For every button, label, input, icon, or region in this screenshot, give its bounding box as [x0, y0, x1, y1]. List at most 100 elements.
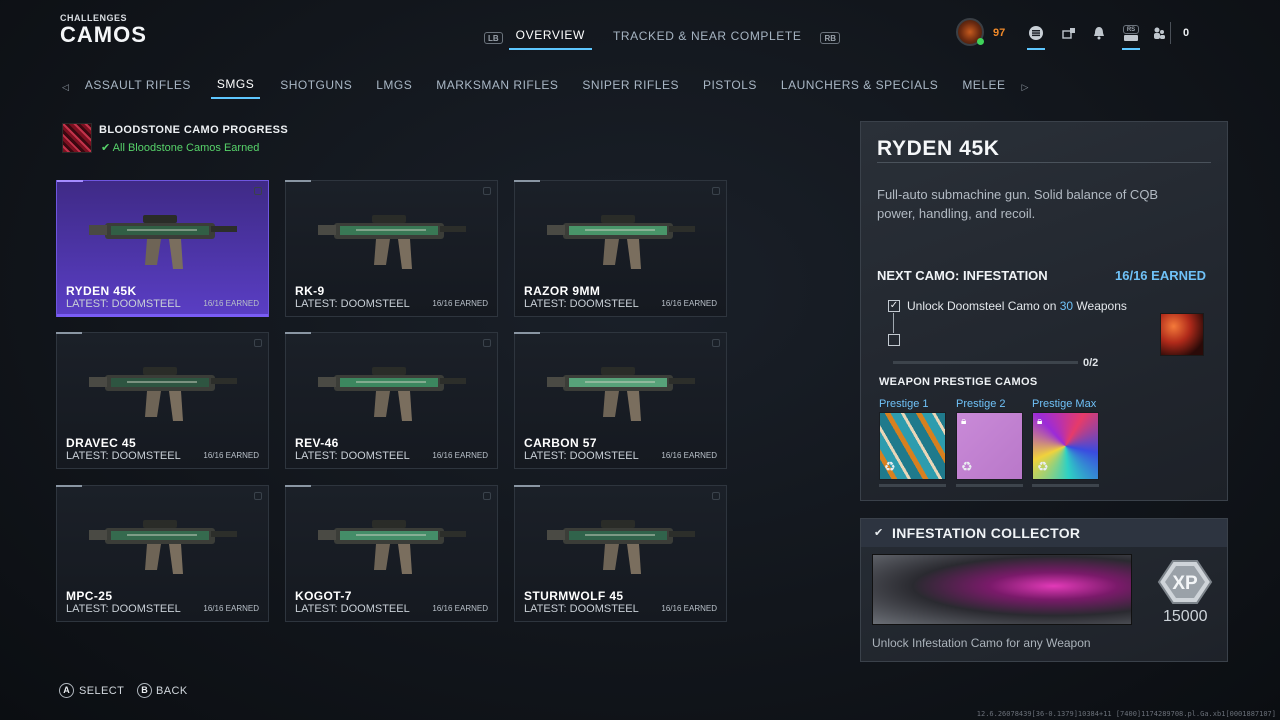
back-label[interactable]: BACK: [156, 685, 188, 697]
xp-label: XP: [1172, 573, 1198, 594]
weapon-latest-camo: LATEST: DOOMSTEEL: [295, 298, 410, 310]
prestige-2-label: Prestige 2: [956, 398, 1006, 410]
tab-tracked-near-complete[interactable]: TRACKED & NEAR COMPLETE: [606, 27, 809, 49]
weapon-latest-camo: LATEST: DOOMSTEEL: [295, 450, 410, 462]
store-icon[interactable]: [1060, 24, 1078, 42]
party-count: 0: [1183, 27, 1190, 39]
prestige-1-progress: [879, 484, 946, 487]
player-level: 97: [993, 27, 1006, 39]
social-rs-icon[interactable]: RS: [1122, 24, 1140, 50]
prestige-icon: ♻: [1037, 459, 1049, 474]
tab-assault-rifles[interactable]: ASSAULT RIFLES: [73, 76, 203, 98]
weapon-latest-camo: LATEST: DOOMSTEEL: [295, 603, 410, 615]
card-corner-icon: [712, 492, 720, 500]
prestige-icon: ♻: [884, 459, 896, 474]
tab-overview[interactable]: OVERVIEW: [508, 26, 592, 50]
xp-amount: 15000: [1163, 608, 1208, 625]
card-corner-icon: [254, 187, 262, 195]
challenge-count: 30: [1059, 299, 1074, 313]
next-camo-label: NEXT CAMO: INFESTATION: [877, 268, 1048, 283]
weapon-earned-count: 16/16 EARNED: [203, 451, 259, 460]
weapon-card-rk-9[interactable]: RK-9 LATEST: DOOMSTEEL 16/16 EARNED: [285, 180, 498, 317]
weapon-card-kogot-7[interactable]: KOGOT-7 LATEST: DOOMSTEEL 16/16 EARNED: [285, 485, 498, 622]
bloodstone-progress-title: BLOODSTONE CAMO PROGRESS: [99, 124, 289, 136]
weapon-image: [89, 520, 237, 574]
weapon-card-rev-46[interactable]: REV-46 LATEST: DOOMSTEEL 16/16 EARNED: [285, 332, 498, 469]
weapon-latest-camo: LATEST: DOOMSTEEL: [66, 603, 181, 615]
weapon-earned-count: 16/16 EARNED: [203, 299, 259, 308]
prestige-max-camo[interactable]: 🔒︎ ♻: [1032, 412, 1099, 480]
bloodstone-camo-thumbnail: [62, 123, 92, 153]
weapon-card-mpc-25[interactable]: MPC-25 LATEST: DOOMSTEEL 16/16 EARNED: [56, 485, 269, 622]
collector-description: Unlock Infestation Camo for any Weapon: [872, 636, 1091, 650]
weapon-image: [318, 367, 466, 421]
weapon-latest-camo: LATEST: DOOMSTEEL: [524, 603, 639, 615]
weapon-card-carbon-57[interactable]: CARBON 57 LATEST: DOOMSTEEL 16/16 EARNED: [514, 332, 727, 469]
weapon-latest-camo: LATEST: DOOMSTEEL: [524, 298, 639, 310]
tab-marksman-rifles[interactable]: MARKSMAN RIFLES: [424, 76, 570, 98]
card-corner-icon: [254, 492, 262, 500]
right-trigger-icon[interactable]: ▷: [1018, 82, 1033, 93]
next-camo-earned: 16/16 EARNED: [1115, 268, 1207, 283]
challenge-checkbox-checked: ✓: [888, 300, 900, 312]
tab-pistols[interactable]: PISTOLS: [691, 76, 769, 98]
challenge-progress-count: 0/2: [1083, 357, 1099, 369]
menu-icon[interactable]: [1027, 24, 1045, 50]
rs-stick-icon: RS: [1122, 24, 1140, 34]
tab-melee[interactable]: MELEE: [950, 76, 1017, 98]
weapon-earned-count: 16/16 EARNED: [432, 299, 488, 308]
b-button-icon[interactable]: B: [137, 683, 152, 698]
prestige-1-camo[interactable]: ♻: [879, 412, 946, 480]
tab-launchers-specials[interactable]: LAUNCHERS & SPECIALS: [769, 76, 950, 98]
weapon-name: REV-46: [295, 436, 339, 450]
detail-description: Full-auto submachine gun. Solid balance …: [877, 187, 1159, 221]
top-tabs: LB OVERVIEW TRACKED & NEAR COMPLETE RB: [484, 26, 840, 50]
bloodstone-status-text: All Bloodstone Camos Earned: [112, 142, 260, 154]
tab-sniper-rifles[interactable]: SNIPER RIFLES: [570, 76, 691, 98]
weapon-card-dravec-45[interactable]: DRAVEC 45 LATEST: DOOMSTEEL 16/16 EARNED: [56, 332, 269, 469]
weapon-image: [547, 215, 695, 269]
weapon-image: [547, 520, 695, 574]
prestige-2-camo[interactable]: 🔒︎ ♻: [956, 412, 1023, 480]
prestige-1-label: Prestige 1: [879, 398, 929, 410]
card-accent: [285, 485, 311, 487]
weapon-name: RAZOR 9MM: [524, 284, 601, 298]
weapon-card-ryden-45k[interactable]: RYDEN 45K LATEST: DOOMSTEEL 16/16 EARNED: [56, 180, 269, 317]
page-title: CAMOS: [60, 22, 147, 47]
rb-bumper-icon[interactable]: RB: [820, 32, 840, 44]
prestige-camos-heading: WEAPON PRESTIGE CAMOS: [879, 376, 1038, 388]
weapon-card-sturmwolf-45[interactable]: STURMWOLF 45 LATEST: DOOMSTEEL 16/16 EARNE…: [514, 485, 727, 622]
category-tabs: ◁ ASSAULT RIFLES SMGS SHOTGUNS LMGS MARK…: [58, 75, 1032, 99]
card-corner-icon: [483, 492, 491, 500]
infestation-camo-thumbnail: [1160, 313, 1204, 356]
weapon-latest-camo: LATEST: DOOMSTEEL: [66, 450, 181, 462]
tab-shotguns[interactable]: SHOTGUNS: [268, 76, 364, 98]
weapon-name: STURMWOLF 45: [524, 589, 624, 603]
weapon-card-razor-9mm[interactable]: RAZOR 9MM LATEST: DOOMSTEEL 16/16 EARNED: [514, 180, 727, 317]
weapon-image: [318, 215, 466, 269]
weapon-name: RK-9: [295, 284, 325, 298]
challenge-text: Unlock Doomsteel Camo on 30 Weapons: [907, 299, 1127, 313]
notifications-icon[interactable]: [1090, 24, 1108, 42]
card-accent: [285, 180, 311, 182]
a-button-icon[interactable]: A: [59, 683, 74, 698]
weapon-name: CARBON 57: [524, 436, 597, 450]
card-accent: [56, 332, 82, 334]
challenge-prefix: Unlock Doomsteel Camo on: [907, 299, 1060, 313]
weapon-image: [547, 367, 695, 421]
select-label[interactable]: SELECT: [79, 685, 124, 697]
weapon-latest-camo: LATEST: DOOMSTEEL: [66, 298, 181, 310]
collector-reward-image: [872, 554, 1132, 625]
lock-icon: 🔒︎: [961, 416, 967, 427]
tab-lmgs[interactable]: LMGS: [364, 76, 424, 98]
left-trigger-icon[interactable]: ◁: [58, 82, 73, 93]
card-accent: [285, 332, 311, 334]
lb-bumper-icon[interactable]: LB: [484, 32, 503, 44]
tab-smgs[interactable]: SMGS: [210, 75, 261, 99]
party-icon[interactable]: [1150, 24, 1168, 42]
detail-weapon-name: RYDEN 45K: [877, 137, 1000, 160]
weapon-earned-count: 16/16 EARNED: [203, 604, 259, 613]
card-accent: [56, 485, 82, 487]
checkmark-icon: ✔: [101, 142, 111, 154]
card-accent: [514, 332, 540, 334]
